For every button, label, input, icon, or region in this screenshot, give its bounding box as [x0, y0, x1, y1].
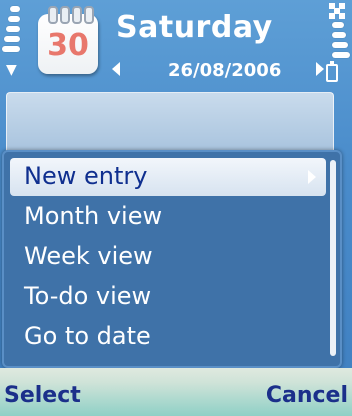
menu-item-week-view[interactable]: Week view	[10, 238, 326, 276]
chevron-right-icon[interactable]	[316, 62, 324, 76]
day-view-pane	[6, 92, 334, 153]
menu-item-label: To-do view	[24, 282, 152, 310]
page-title: Saturday	[116, 10, 273, 45]
options-menu: New entry Month view Week view To-do vie…	[2, 150, 342, 368]
signal-icon: ▼	[6, 62, 17, 78]
menu-item-label: Go to date	[24, 322, 151, 350]
menu-item-go-to-date[interactable]: Go to date	[10, 318, 326, 356]
calendar-icon-day: 30	[47, 28, 89, 63]
network-icon	[329, 3, 345, 19]
chevron-right-icon	[308, 170, 316, 184]
date-navigator: 26/08/2006	[108, 58, 328, 82]
menu-item-label: Month view	[24, 202, 163, 230]
chevron-left-icon[interactable]	[112, 62, 120, 76]
menu-item-new-entry[interactable]: New entry	[10, 158, 326, 196]
softkey-bar: Select Cancel	[0, 368, 352, 416]
select-softkey[interactable]: Select	[4, 383, 81, 408]
menu-scrollbar[interactable]	[330, 160, 336, 356]
menu-item-label: New entry	[24, 162, 148, 190]
calendar-icon: 30	[38, 6, 100, 74]
menu-item-to-do-view[interactable]: To-do view	[10, 278, 326, 316]
menu-item-month-view[interactable]: Month view	[10, 198, 326, 236]
menu-item-label: Week view	[24, 242, 153, 270]
date-label: 26/08/2006	[168, 60, 282, 81]
cancel-softkey[interactable]: Cancel	[266, 383, 348, 408]
